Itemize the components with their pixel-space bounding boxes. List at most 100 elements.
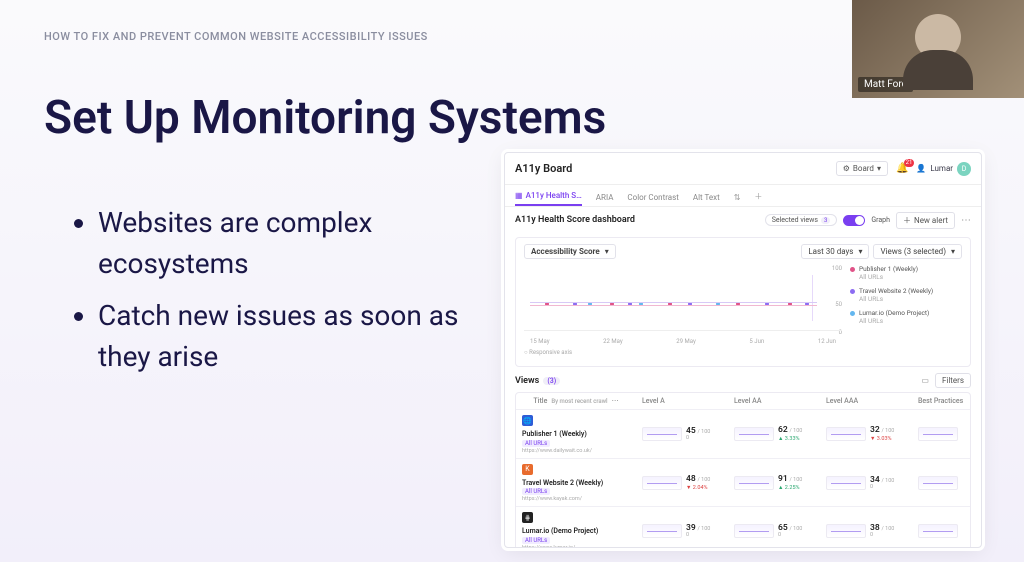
project-url: https://www.dailywait.co.uk/ bbox=[522, 448, 630, 454]
line-chart[interactable]: 100 50 0 15 May 22 May 29 May bbox=[524, 265, 842, 345]
views-select[interactable]: Views (3 selected) ▾ bbox=[873, 244, 962, 259]
chevron-down-icon: ▾ bbox=[877, 164, 881, 173]
ytick: 50 bbox=[835, 301, 842, 308]
xtick: 15 May bbox=[530, 338, 550, 345]
chart-legend: Publisher 1 (Weekly)All URLs Travel Webs… bbox=[850, 265, 962, 345]
x-ticks: 15 May 22 May 29 May 5 Jun 12 Jun bbox=[524, 338, 842, 345]
cell-level-aa: 65 / 1000 bbox=[728, 507, 820, 548]
xtick: 22 May bbox=[603, 338, 623, 345]
series-line bbox=[530, 302, 816, 303]
sort-label: By most recent crawl bbox=[551, 398, 607, 405]
dashboard-header: A11y Board ⚙ Board ▾ 🔔21 👤 Lumar D bbox=[505, 153, 981, 185]
legend-item: Lumar.io (Demo Project)All URLs bbox=[850, 309, 962, 325]
cell-level-aaa: 34 / 1000 bbox=[820, 459, 912, 507]
table-row[interactable]: ⋕ Lumar.io (Demo Project)All URLshttps:/… bbox=[516, 507, 970, 548]
tab-a11y-health[interactable]: ▦A11y Health S… bbox=[515, 191, 582, 206]
tab-alt-text[interactable]: Alt Text bbox=[693, 193, 720, 206]
cell-level-a: 45 / 1000 bbox=[636, 410, 728, 458]
tab-reorder-icon[interactable]: ⇅ bbox=[734, 193, 741, 206]
sparkline bbox=[826, 524, 866, 538]
grid-icon: ▦ bbox=[515, 191, 523, 200]
more-icon[interactable]: ⋯ bbox=[612, 397, 619, 405]
cell-level-aa: 91 / 100▲ 2.25% bbox=[728, 459, 820, 507]
new-alert-button[interactable]: ＋ New alert bbox=[896, 212, 955, 229]
views-heading: Views (3) bbox=[515, 376, 560, 386]
legend-name: Lumar.io (Demo Project) bbox=[859, 309, 929, 317]
views-section: Views (3) ▭ Filters Title By most recent… bbox=[515, 373, 971, 548]
user-icon: 👤 bbox=[916, 164, 926, 173]
sparkline bbox=[642, 476, 682, 490]
legend-item: Publisher 1 (Weekly)All URLs bbox=[850, 265, 962, 281]
more-icon[interactable]: ⋯ bbox=[961, 215, 971, 226]
tab-add-icon[interactable]: ＋ bbox=[754, 191, 762, 206]
chip-label: Selected views bbox=[772, 216, 818, 224]
board-title: A11y Board bbox=[515, 162, 572, 175]
board-dropdown[interactable]: ⚙ Board ▾ bbox=[836, 161, 888, 176]
dashboard-subheader: A11y Health Score dashboard Selected vie… bbox=[505, 207, 981, 233]
table-row[interactable]: 🌐 Publisher 1 (Weekly)All URLshttps://ww… bbox=[516, 410, 970, 459]
table-header-row: Title By most recent crawl ⋯ Level A Lev… bbox=[516, 393, 970, 410]
cell-level-aa: 62 / 100▲ 3.33% bbox=[728, 410, 820, 458]
project-icon: K bbox=[522, 464, 533, 475]
metric-select[interactable]: Accessibility Score ▾ bbox=[524, 244, 616, 259]
col-level-a[interactable]: Level A bbox=[636, 393, 728, 409]
sparkline bbox=[642, 524, 682, 538]
cell-level-a: 39 / 1000 bbox=[636, 507, 728, 548]
chevron-down-icon: ▾ bbox=[951, 247, 955, 256]
col-level-aa[interactable]: Level AA bbox=[728, 393, 820, 409]
project-icon: 🌐 bbox=[522, 415, 533, 426]
legend-swatch bbox=[850, 267, 855, 272]
new-alert-label: New alert bbox=[914, 216, 948, 225]
legend-sub: All URLs bbox=[859, 317, 929, 325]
board-dropdown-label: Board bbox=[853, 164, 874, 173]
tab-color-contrast[interactable]: Color Contrast bbox=[627, 193, 678, 206]
cell-title: ⋕ Lumar.io (Demo Project)All URLshttps:/… bbox=[516, 507, 636, 548]
chip-count: 3 bbox=[821, 217, 830, 224]
gear-icon: ⚙ bbox=[843, 164, 850, 173]
cell-title: 🌐 Publisher 1 (Weekly)All URLshttps://ww… bbox=[516, 410, 636, 458]
range-select[interactable]: Last 30 days ▾ bbox=[801, 244, 869, 259]
project-tag: All URLs bbox=[522, 440, 550, 447]
col-title[interactable]: Title By most recent crawl ⋯ bbox=[516, 393, 636, 409]
tab-aria[interactable]: ARIA bbox=[596, 193, 614, 206]
user-name: Lumar bbox=[930, 164, 953, 173]
legend-swatch bbox=[850, 311, 855, 316]
board-tabs: ▦A11y Health S… ARIA Color Contrast Alt … bbox=[505, 185, 981, 207]
metric-label: Accessibility Score bbox=[531, 247, 600, 256]
xtick: 12 Jun bbox=[818, 338, 836, 345]
cell-best-practices bbox=[912, 507, 971, 548]
cell-level-a: 48 / 100▼ 2.04% bbox=[636, 459, 728, 507]
bullet-item: Websites are complex ecosystems bbox=[98, 203, 478, 284]
ytick: 100 bbox=[832, 265, 842, 272]
col-best-practices[interactable]: Best Practices bbox=[912, 393, 971, 409]
project-icon: ⋕ bbox=[522, 512, 533, 523]
sparkline bbox=[642, 427, 682, 441]
sparkline bbox=[734, 427, 774, 441]
col-level-aaa[interactable]: Level AAA bbox=[820, 393, 912, 409]
layout-icon[interactable]: ▭ bbox=[921, 376, 929, 385]
legend-name: Travel Website 2 (Weekly) bbox=[859, 287, 933, 295]
sparkline bbox=[826, 476, 866, 490]
project-tag: All URLs bbox=[522, 488, 550, 495]
table-row[interactable]: K Travel Website 2 (Weekly)All URLshttps… bbox=[516, 459, 970, 508]
project-name: Lumar.io (Demo Project) bbox=[522, 528, 630, 536]
cell-best-practices bbox=[912, 410, 971, 458]
graph-toggle[interactable] bbox=[843, 215, 865, 226]
sparkline bbox=[826, 427, 866, 441]
presenter-webcam: Matt Ford bbox=[852, 0, 1024, 98]
dashboard-subtitle: A11y Health Score dashboard bbox=[515, 215, 635, 225]
project-tag: All URLs bbox=[522, 537, 550, 544]
responsive-axis-label: ○ Responsive axis bbox=[524, 349, 962, 356]
notifications-button[interactable]: 🔔21 bbox=[896, 163, 908, 174]
selected-views-chip[interactable]: Selected views 3 bbox=[765, 214, 838, 226]
views-select-label: Views (3 selected) bbox=[880, 247, 946, 256]
views-count: (3) bbox=[543, 377, 560, 385]
chart-panel: Accessibility Score ▾ Last 30 days ▾ Vie… bbox=[515, 237, 971, 367]
presenter-name: Matt Ford bbox=[858, 77, 913, 92]
chevron-down-icon: ▾ bbox=[605, 247, 609, 256]
filters-button[interactable]: Filters bbox=[935, 373, 971, 388]
legend-swatch bbox=[850, 289, 855, 294]
user-menu[interactable]: 👤 Lumar D bbox=[916, 162, 971, 176]
bullet-item: Catch new issues as soon as they arise bbox=[98, 296, 478, 377]
sparkline bbox=[918, 524, 958, 538]
